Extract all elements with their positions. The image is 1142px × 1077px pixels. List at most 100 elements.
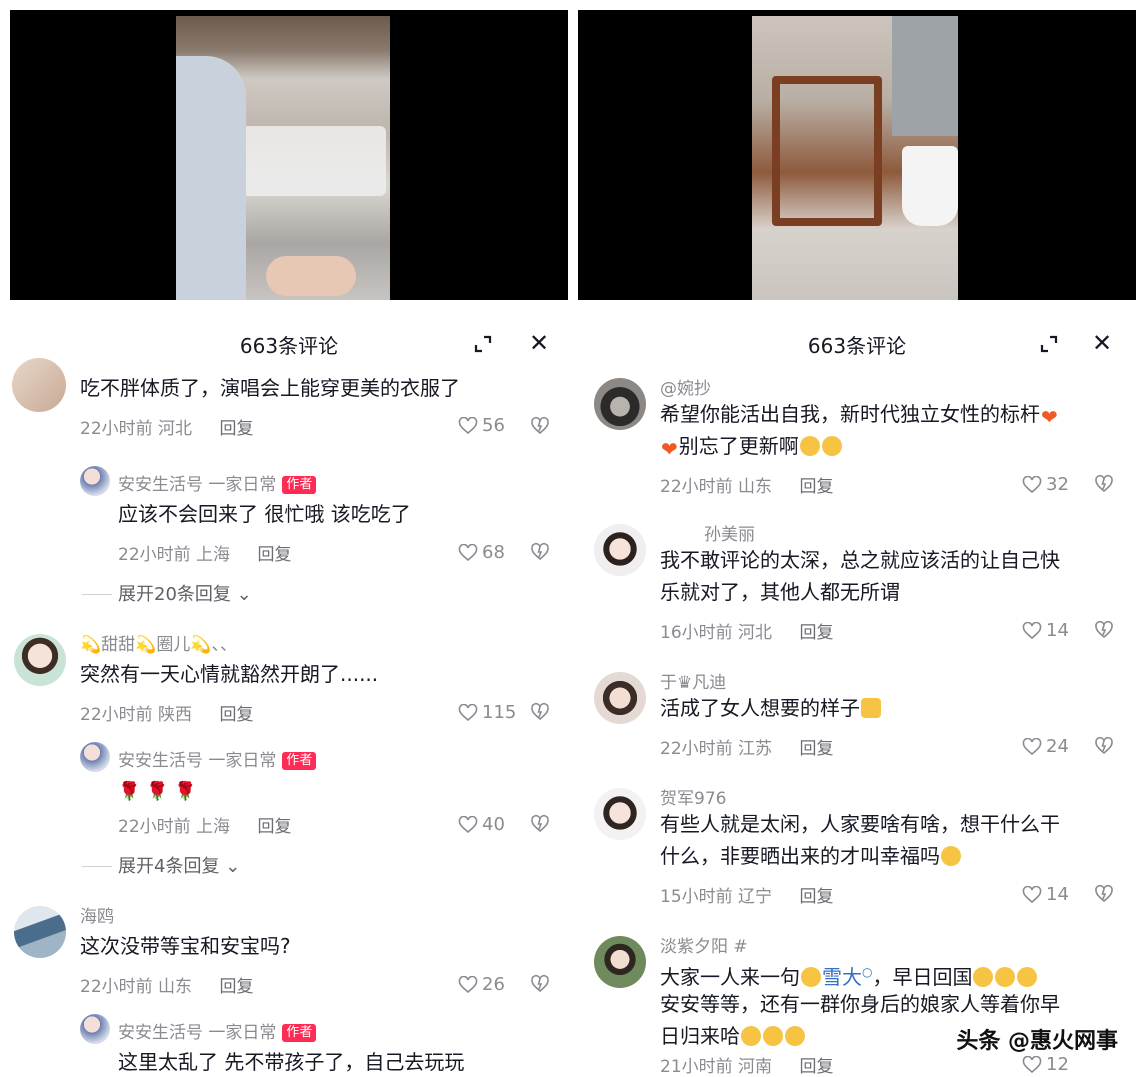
comment-meta: 15小时前 辽宁 回复 <box>660 882 833 907</box>
like-count: 24 <box>1046 736 1069 757</box>
like-button[interactable]: 24 <box>1022 736 1069 757</box>
reply-button[interactable]: 回复 <box>257 545 291 565</box>
close-icon[interactable]: ✕ <box>528 331 550 355</box>
comment-sheet: 663条评论 ✕ @婉抄 希望你能活出自我，新时代独立女性的标杆❤ ❤别忘了更新… <box>578 300 1136 1077</box>
comment-text-line: 什么，非要晒出来的才叫幸福吗 <box>660 844 940 868</box>
video-scene-hand <box>266 256 356 296</box>
expand-replies-button[interactable]: 展开4条回复 ⌄ <box>82 852 240 878</box>
reply-button[interactable]: 回复 <box>799 739 833 759</box>
like-button[interactable]: 68 <box>458 542 505 563</box>
avatar[interactable] <box>80 742 110 772</box>
comment-username: 💫甜甜💫圈儿💫、、 <box>80 635 238 655</box>
heart-icon <box>1022 1055 1042 1073</box>
reply-button[interactable]: 回复 <box>219 419 253 439</box>
dislike-icon[interactable] <box>1094 884 1114 904</box>
video-player[interactable] <box>10 10 568 300</box>
dislike-icon[interactable] <box>1094 474 1114 494</box>
comment-location: 河北 <box>158 419 193 439</box>
like-button[interactable]: 14 <box>1022 620 1069 641</box>
comment-text: 这里太乱了 先不带孩子了，自己去玩玩 <box>118 1050 465 1074</box>
fullscreen-icon[interactable] <box>1039 334 1059 354</box>
like-button[interactable]: 115 <box>458 702 516 723</box>
like-count: 14 <box>1046 884 1069 905</box>
author-badge: 作者 <box>282 1024 317 1042</box>
avatar[interactable] <box>12 358 66 412</box>
laugh-emoji <box>799 436 820 456</box>
like-count: 12 <box>1046 1054 1069 1075</box>
fullscreen-icon[interactable] <box>473 334 493 354</box>
like-count: 26 <box>482 974 505 995</box>
reply-button[interactable]: 回复 <box>257 817 291 837</box>
avatar[interactable] <box>594 378 646 430</box>
dislike-icon[interactable] <box>530 542 550 562</box>
reply-button[interactable]: 回复 <box>219 705 253 725</box>
comment-location: 山东 <box>738 477 773 497</box>
like-count: 115 <box>482 702 517 723</box>
username-text: 安安生活号 一家日常 <box>118 1023 277 1043</box>
reply-button[interactable]: 回复 <box>799 1057 833 1077</box>
comment-time: 22小时前 <box>80 977 153 997</box>
like-button[interactable]: 32 <box>1022 474 1069 495</box>
heart-icon <box>1022 475 1042 493</box>
comment-location: 江苏 <box>738 739 773 759</box>
reply-button[interactable]: 回复 <box>799 477 833 497</box>
like-button[interactable]: 56 <box>458 415 505 436</box>
video-scene-cup <box>902 146 958 226</box>
laugh-emoji <box>821 436 842 456</box>
reply-button[interactable]: 回复 <box>799 887 833 907</box>
like-count: 14 <box>1046 620 1069 641</box>
author-badge: 作者 <box>282 752 317 770</box>
comment-text: 有些人就是太闲，人家要啥有啥，想干什么干 <box>660 812 1060 836</box>
avatar[interactable] <box>594 524 646 576</box>
like-button[interactable]: 40 <box>458 814 505 835</box>
avatar[interactable] <box>80 466 110 496</box>
comment-meta: 22小时前 陕西 回复 <box>80 700 253 725</box>
comment-username: 海鸥 <box>80 907 114 927</box>
video-scene-person <box>176 56 246 300</box>
dislike-icon[interactable] <box>530 814 550 834</box>
search-icon: ○ <box>862 965 873 979</box>
avatar[interactable] <box>80 1014 110 1044</box>
comment-text: 吃不胖体质了，演唱会上能穿更美的衣服了 <box>80 376 460 400</box>
dislike-icon[interactable] <box>530 416 550 436</box>
comment-meta: 22小时前 上海 回复 <box>118 540 291 565</box>
expand-replies-button[interactable]: 展开20条回复 ⌄ <box>82 580 252 606</box>
comment-text: 希望你能活出自我，新时代独立女性的标杆❤ <box>660 398 1059 433</box>
avatar[interactable] <box>594 936 646 988</box>
comment-sheet-header: 663条评论 ✕ <box>10 300 568 366</box>
dislike-icon[interactable] <box>530 974 550 994</box>
comment-meta: 22小时前 上海 回复 <box>118 812 291 837</box>
thumbs-up-emoji <box>861 698 881 718</box>
comment-location: 上海 <box>196 817 231 837</box>
video-frame <box>752 16 958 300</box>
like-button[interactable]: 26 <box>458 974 505 995</box>
reply-button[interactable]: 回复 <box>799 623 833 643</box>
comment-text: 什么，非要晒出来的才叫幸福吗 <box>660 840 962 872</box>
avatar[interactable] <box>594 788 646 840</box>
hug-emoji <box>1017 967 1038 987</box>
comment-location: 上海 <box>196 545 231 565</box>
right-screenshot: 663条评论 ✕ @婉抄 希望你能活出自我，新时代独立女性的标杆❤ ❤别忘了更新… <box>578 10 1136 1077</box>
comment-username: 安安生活号 一家日常 作者 <box>118 470 317 495</box>
avatar[interactable] <box>594 672 646 724</box>
like-count: 56 <box>482 415 505 436</box>
video-scene-machine <box>892 16 958 136</box>
dislike-icon[interactable] <box>1094 736 1114 756</box>
comment-time: 22小时前 <box>80 705 153 725</box>
comment-username: 于♛凡迪 <box>660 673 727 693</box>
reply-button[interactable]: 回复 <box>219 977 253 997</box>
dislike-icon[interactable] <box>1094 620 1114 640</box>
avatar[interactable] <box>14 634 66 686</box>
comment-text: 日归来哈 <box>660 1020 806 1052</box>
like-button[interactable]: 14 <box>1022 884 1069 905</box>
comment-text: 应该不会回来了 很忙哦 该吃吃了 <box>118 502 411 526</box>
comment-text: 🌹 🌹 🌹 <box>118 774 209 808</box>
close-icon[interactable]: ✕ <box>1091 331 1113 355</box>
avatar[interactable] <box>14 906 66 958</box>
dislike-icon[interactable] <box>530 702 550 722</box>
red-heart-emoji: ❤ <box>1041 405 1058 429</box>
mention-link[interactable]: 雪大 <box>822 965 862 989</box>
like-button[interactable]: 12 <box>1022 1054 1069 1075</box>
comment-text: 我不敢评论的太深，总之就应该活的让自己快 <box>660 548 1060 572</box>
video-player[interactable] <box>578 10 1136 300</box>
